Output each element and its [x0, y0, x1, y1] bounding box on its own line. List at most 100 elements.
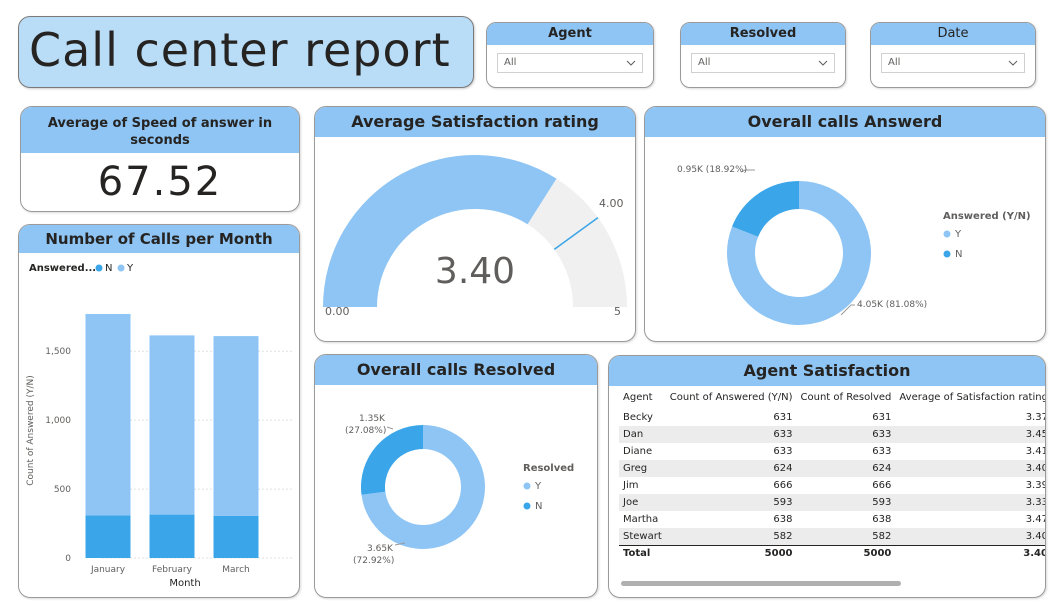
- bar-y-tick-label: 1,000: [45, 416, 71, 426]
- table-row: Greg 624 624 3.40: [619, 460, 1046, 477]
- table-cell: Becky: [623, 412, 653, 423]
- donut-legend-marker-n: [523, 502, 531, 510]
- slicer-date[interactable]: Date All: [870, 22, 1036, 88]
- table-cell: 633: [872, 446, 892, 457]
- table-cell: Stewart: [623, 530, 662, 542]
- gauge-max-label: 5: [614, 305, 621, 318]
- slicer-date-dropdown[interactable]: All: [881, 53, 1025, 73]
- table-cell: 3.37: [1025, 412, 1046, 423]
- table-cell: Greg: [623, 463, 648, 474]
- donut-legend-label-y: Y: [534, 481, 542, 492]
- slicer-agent-label: Agent: [487, 23, 653, 45]
- table-row: Becky 631 631 3.37: [619, 409, 1046, 426]
- answered-donut-plot: Answered (Y/N) YN 0.95K (18.92%) 4.05K (81.…: [677, 165, 1031, 325]
- table-cell: 582: [872, 530, 892, 542]
- answered-donut-title: Overall calls Answerd: [645, 107, 1045, 137]
- donut-legend-label-y: Y: [954, 229, 962, 240]
- donut-legend-label-n: N: [955, 249, 962, 260]
- total-cell: 5000: [665, 544, 797, 562]
- bar-legend-title: Answered...: [29, 263, 96, 274]
- column-header[interactable]: Agent: [619, 388, 666, 409]
- bar-legend-label-n: N: [105, 263, 112, 274]
- donut-legend-label-n: N: [535, 501, 542, 512]
- bar-x-axis-label: Month: [169, 578, 200, 589]
- table-row: Dan 633 633 3.45: [619, 426, 1046, 443]
- kpi-speed-of-answer-card: Average of Speed of answer in seconds 67…: [20, 106, 300, 212]
- table-cell: 3.39: [1025, 480, 1046, 491]
- label-leader: [386, 426, 394, 430]
- agent-table-title: Agent Satisfaction: [609, 356, 1045, 386]
- table-cell: 3.45: [1025, 429, 1046, 440]
- chevron-down-icon: [818, 60, 828, 66]
- column-header[interactable]: Count of Resolved: [797, 388, 896, 409]
- bar-legend-label-y: Y: [126, 263, 134, 274]
- table-cell: 3.40: [1025, 463, 1046, 474]
- bar-legend-marker-y: [117, 264, 125, 272]
- table-row: Diane 633 633 3.41: [619, 443, 1046, 460]
- chevron-down-icon: [1008, 60, 1018, 66]
- table-cell: 624: [773, 463, 793, 474]
- bar-january-n: [85, 515, 131, 558]
- table-cell: 593: [872, 497, 892, 508]
- calls-answered-donut-card: Overall calls Answerd Answered (Y/N) Y N 0.…: [644, 106, 1046, 342]
- table-cell: Joe: [623, 497, 639, 508]
- calls-per-month-chart-card: Number of Calls per Month Answered... N Y 0…: [18, 224, 300, 598]
- table-cell: Dan: [623, 429, 644, 440]
- slicer-agent-value: All: [504, 57, 517, 68]
- slicer-date-label: Date: [871, 23, 1035, 45]
- answered-y-data-label: 4.05K (81.08%): [857, 300, 927, 310]
- table-cell: 666: [773, 480, 793, 491]
- answered-n-data-label: 0.95K (18.92%): [677, 165, 747, 175]
- agent-satisfaction-table: Agent Count of Answered (Y/N) Count of Res…: [619, 388, 1046, 562]
- total-cell: 3.40: [895, 544, 1045, 562]
- report-title-box: Call center report: [18, 16, 474, 88]
- slicer-agent-dropdown[interactable]: All: [497, 53, 643, 73]
- bar-y-tick-label: 500: [54, 485, 71, 495]
- table-row: Martha 638 638 3.47: [619, 511, 1046, 528]
- table-cell: 593: [773, 497, 793, 508]
- table-cell: 3.41: [1025, 446, 1046, 457]
- resolved-donut-title: Overall calls Resolved: [315, 355, 597, 385]
- calls-resolved-donut-card: Overall calls Resolved Resolved Y N 1.35K (2…: [314, 354, 598, 598]
- table-row: Joe 593 593 3.33: [619, 494, 1045, 511]
- bar-y-axis-label: Count of Answered (Y/N): [26, 375, 36, 485]
- slicer-resolved-dropdown[interactable]: All: [691, 53, 835, 73]
- donut-legend-title: Answered (Y/N): [943, 211, 1031, 222]
- resolved-n-data-label-value: 1.35K: [359, 414, 386, 424]
- resolved-y-data-label-percent: (72.92%): [353, 556, 394, 566]
- table-row: Jim 666 666 3.39: [619, 477, 1046, 494]
- bar-x-tick-label: February: [152, 565, 193, 575]
- bar-march-y: [213, 336, 259, 516]
- slicer-date-value: All: [888, 57, 901, 68]
- table-row: Stewart 582 582 3.40: [619, 528, 1045, 545]
- bar-february-y: [149, 335, 195, 515]
- donut-legend-marker-y: [943, 230, 951, 238]
- donut-legend-marker-n: [943, 250, 951, 258]
- gauge-title: Average Satisfaction rating: [315, 107, 635, 137]
- table-cell: 633: [872, 429, 892, 440]
- table-cell: 638: [773, 514, 793, 525]
- chevron-down-icon: [626, 60, 636, 66]
- bar-february-n: [149, 514, 195, 558]
- table-cell: 631: [872, 412, 892, 423]
- table-cell: Diane: [623, 446, 653, 457]
- slicer-resolved[interactable]: Resolved All: [680, 22, 846, 88]
- bar-x-tick-label: March: [222, 565, 249, 575]
- report-title: Call center report: [29, 23, 451, 77]
- table-cell: 582: [773, 530, 793, 542]
- table-cell: 3.47: [1025, 514, 1046, 525]
- slicer-resolved-label: Resolved: [681, 23, 845, 45]
- table-total-row: Total 5000 5000 3.40: [619, 544, 1045, 562]
- bar-chart-plot: Answered... N Y 0 500 1,000 1,500 Count of Answ…: [26, 263, 294, 589]
- table-horizontal-scrollbar[interactable]: [621, 581, 901, 586]
- slicer-resolved-value: All: [698, 57, 711, 68]
- table-cell: 666: [872, 480, 892, 491]
- slicer-agent[interactable]: Agent All: [486, 22, 654, 88]
- agent-satisfaction-card: Agent Satisfaction Agent Count of Answere…: [608, 355, 1046, 598]
- kpi-value: 67.52: [97, 159, 223, 205]
- gauge-min-label: 0.00: [325, 305, 350, 318]
- column-header[interactable]: Average of Satisfaction rating: [895, 388, 1045, 409]
- donut-slice-n: [732, 181, 799, 237]
- bar-legend-marker-n: [95, 264, 103, 272]
- column-header[interactable]: Count of Answered (Y/N): [666, 388, 797, 409]
